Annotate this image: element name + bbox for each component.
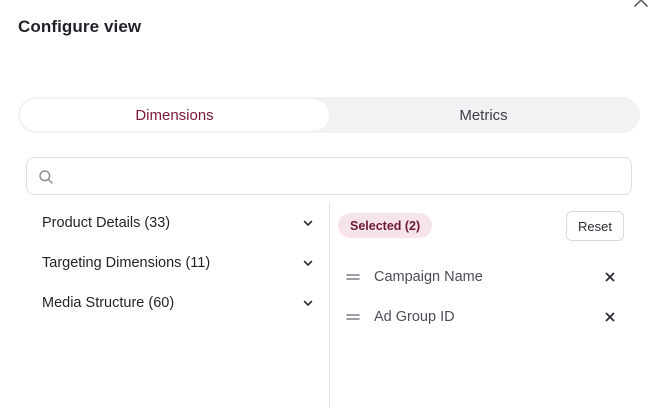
category-product-details[interactable]: Product Details (33) (42, 211, 314, 235)
search-icon (39, 170, 53, 184)
remove-icon[interactable] (604, 271, 616, 283)
tab-metrics[interactable]: Metrics (329, 99, 638, 131)
category-list: Product Details (33) Targeting Dimension… (26, 203, 329, 408)
panel-divider (329, 203, 330, 408)
close-button[interactable] (633, 0, 649, 8)
drag-handle-icon[interactable] (346, 312, 360, 322)
chevron-down-icon (303, 300, 313, 306)
chevron-down-icon (303, 220, 313, 226)
search-input[interactable] (61, 158, 621, 194)
view-tabs: Dimensions Metrics (18, 97, 640, 133)
category-targeting-dimensions[interactable]: Targeting Dimensions (11) (42, 251, 314, 275)
chevron-down-icon (303, 260, 313, 266)
category-label: Media Structure (60) (42, 295, 175, 311)
tab-dimensions[interactable]: Dimensions (20, 99, 329, 131)
category-media-structure[interactable]: Media Structure (60) (42, 291, 314, 315)
selected-item: Ad Group ID (338, 305, 624, 329)
remove-icon[interactable] (604, 311, 616, 323)
search-box (26, 157, 632, 195)
reset-button[interactable]: Reset (566, 211, 624, 241)
selected-item-label: Ad Group ID (374, 309, 455, 325)
close-icon (634, 0, 648, 7)
selected-count-badge: Selected (2) (338, 213, 433, 238)
category-label: Targeting Dimensions (11) (42, 255, 211, 271)
selected-item: Campaign Name (338, 265, 624, 289)
dialog-title: Configure view (18, 17, 142, 36)
selected-item-label: Campaign Name (374, 269, 483, 285)
drag-handle-icon[interactable] (346, 272, 360, 282)
category-label: Product Details (33) (42, 215, 171, 231)
